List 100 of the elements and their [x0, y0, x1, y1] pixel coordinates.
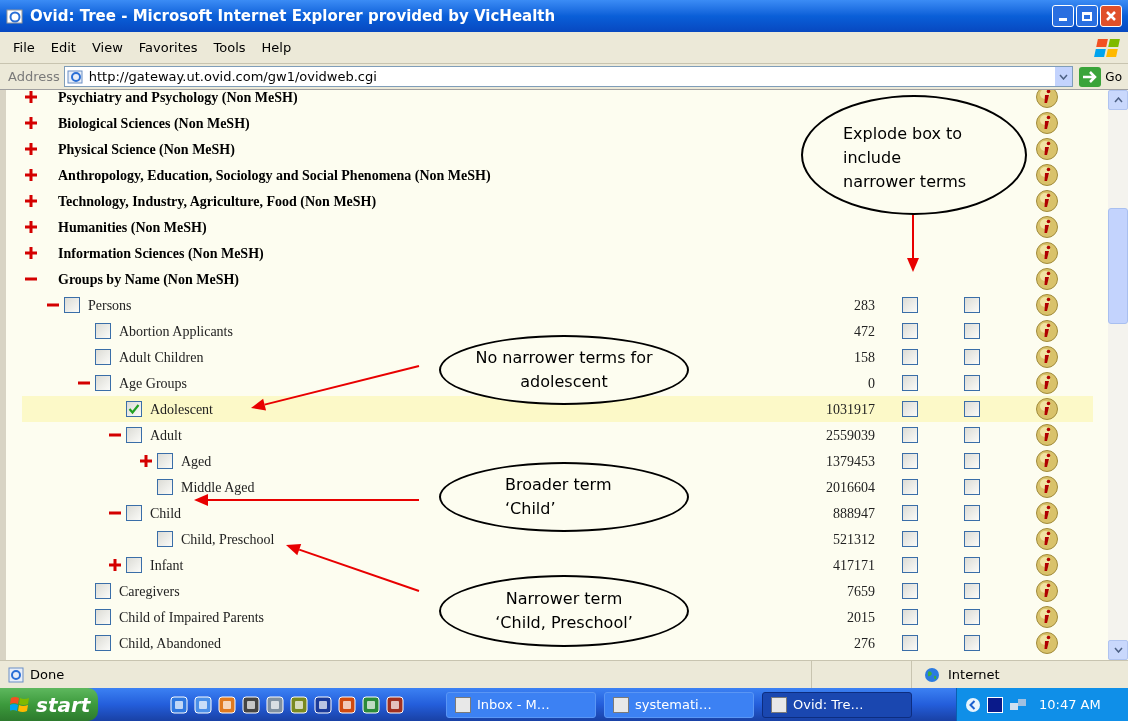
- info-icon[interactable]: [1036, 372, 1058, 394]
- checkbox[interactable]: [157, 479, 173, 495]
- term-label[interactable]: Aged: [181, 450, 212, 472]
- checkbox[interactable]: [902, 427, 918, 443]
- term-label[interactable]: Child, Abandoned: [119, 632, 221, 654]
- checkbox[interactable]: [964, 635, 980, 651]
- category-label[interactable]: Groups by Name (Non MeSH): [58, 268, 239, 290]
- term-label[interactable]: Adolescent: [150, 398, 213, 420]
- taskbar-button[interactable]: Inbox - M…: [446, 691, 596, 718]
- menu-item[interactable]: File: [6, 37, 42, 58]
- expand-icon[interactable]: [25, 247, 37, 259]
- checkbox[interactable]: [902, 453, 918, 469]
- category-label[interactable]: Physical Science (Non MeSH): [58, 138, 235, 160]
- category-label[interactable]: Information Sciences (Non MeSH): [58, 242, 264, 264]
- taskbar-button[interactable]: systemati…: [604, 691, 754, 718]
- category-label[interactable]: Humanities (Non MeSH): [58, 216, 207, 238]
- info-icon[interactable]: [1036, 346, 1058, 368]
- term-label[interactable]: Age Groups: [119, 372, 188, 394]
- checkbox[interactable]: [964, 323, 980, 339]
- checkbox[interactable]: [964, 505, 980, 521]
- info-icon[interactable]: [1036, 398, 1058, 420]
- term-label[interactable]: Infant: [150, 554, 184, 576]
- checkbox[interactable]: [964, 453, 980, 469]
- info-icon[interactable]: [1036, 242, 1058, 264]
- checkbox[interactable]: [902, 375, 918, 391]
- term-label[interactable]: Middle Aged: [181, 476, 255, 498]
- checkbox[interactable]: [902, 505, 918, 521]
- checkbox[interactable]: [964, 557, 980, 573]
- checkbox[interactable]: [95, 375, 111, 391]
- checkbox[interactable]: [902, 297, 918, 313]
- checkbox[interactable]: [902, 635, 918, 651]
- expand-icon[interactable]: [140, 455, 152, 467]
- term-label[interactable]: Caregivers: [119, 580, 180, 602]
- checkbox[interactable]: [157, 453, 173, 469]
- expand-icon[interactable]: [25, 195, 37, 207]
- term-label[interactable]: Child, Preschool: [181, 528, 275, 550]
- checkbox[interactable]: [902, 349, 918, 365]
- checkbox[interactable]: [964, 583, 980, 599]
- checkbox[interactable]: [964, 349, 980, 365]
- category-label[interactable]: Psychiatry and Psychology (Non MeSH): [58, 90, 298, 108]
- dropdown-button[interactable]: [1055, 67, 1073, 86]
- info-icon[interactable]: [1036, 216, 1058, 238]
- checkbox[interactable]: [95, 323, 111, 339]
- menu-item[interactable]: View: [84, 37, 130, 58]
- info-icon[interactable]: [1036, 424, 1058, 446]
- info-icon[interactable]: [1036, 138, 1058, 160]
- menu-item[interactable]: Favorites: [131, 37, 205, 58]
- term-label[interactable]: Child: [150, 502, 182, 524]
- menu-item[interactable]: Edit: [43, 37, 83, 58]
- checkbox[interactable]: [95, 635, 111, 651]
- taskbar-button[interactable]: Ovid: Tre…: [762, 691, 912, 718]
- checkbox[interactable]: [902, 479, 918, 495]
- category-label[interactable]: Anthropology, Education, Sociology and Social Phenomena (Non MeSH): [58, 164, 491, 186]
- scroll-down-icon[interactable]: [1113, 647, 1123, 653]
- term-label[interactable]: Adult: [150, 424, 182, 446]
- checkbox[interactable]: [902, 583, 918, 599]
- info-icon[interactable]: [1036, 554, 1058, 576]
- info-icon[interactable]: [1036, 112, 1058, 134]
- info-icon[interactable]: [1036, 268, 1058, 290]
- expand-icon[interactable]: [25, 169, 37, 181]
- minimize-button[interactable]: [1052, 5, 1074, 27]
- checkbox[interactable]: [902, 609, 918, 625]
- restore-button[interactable]: [1076, 5, 1098, 27]
- checkbox[interactable]: [126, 427, 142, 443]
- network-icon[interactable]: [1009, 696, 1027, 713]
- checkbox[interactable]: [902, 531, 918, 547]
- info-icon[interactable]: [1036, 190, 1058, 212]
- info-icon[interactable]: [1036, 90, 1058, 108]
- checkbox[interactable]: [964, 479, 980, 495]
- info-icon[interactable]: [1036, 528, 1058, 550]
- term-label[interactable]: Child of Impaired Parents: [119, 606, 265, 628]
- scrollbar[interactable]: [1108, 90, 1128, 660]
- info-icon[interactable]: [1036, 320, 1058, 342]
- category-label[interactable]: Biological Sciences (Non MeSH): [58, 112, 250, 134]
- start-button[interactable]: start: [0, 688, 98, 721]
- info-icon[interactable]: [1036, 164, 1058, 186]
- app-icon[interactable]: [266, 695, 284, 714]
- checkbox[interactable]: [95, 349, 111, 365]
- checkbox[interactable]: [964, 609, 980, 625]
- term-label[interactable]: Adult Children: [119, 346, 204, 368]
- go-button[interactable]: Go: [1079, 66, 1122, 87]
- checkbox[interactable]: [95, 609, 111, 625]
- scrollbar-thumb[interactable]: [1108, 208, 1128, 324]
- checkbox[interactable]: [964, 401, 980, 417]
- checkbox[interactable]: [964, 531, 980, 547]
- menu-item[interactable]: Help: [254, 37, 299, 58]
- checkbox[interactable]: [964, 427, 980, 443]
- category-label[interactable]: Technology, Industry, Agriculture, Food (Non MeSH): [58, 190, 377, 212]
- app-icon[interactable]: [242, 695, 260, 714]
- expand-icon[interactable]: [25, 117, 37, 129]
- address-field[interactable]: http://gateway.ut.ovid.com/gw1/ovidweb.cgi: [63, 66, 1074, 87]
- tray-icon[interactable]: [987, 696, 1003, 713]
- info-icon[interactable]: [1036, 450, 1058, 472]
- app-icon[interactable]: [386, 695, 404, 714]
- chevron-left-icon[interactable]: [965, 696, 981, 713]
- checkbox[interactable]: [964, 297, 980, 313]
- checkbox[interactable]: [964, 375, 980, 391]
- checkbox[interactable]: [126, 401, 142, 417]
- term-label[interactable]: Abortion Applicants: [119, 320, 233, 342]
- menu-item[interactable]: Tools: [206, 37, 253, 58]
